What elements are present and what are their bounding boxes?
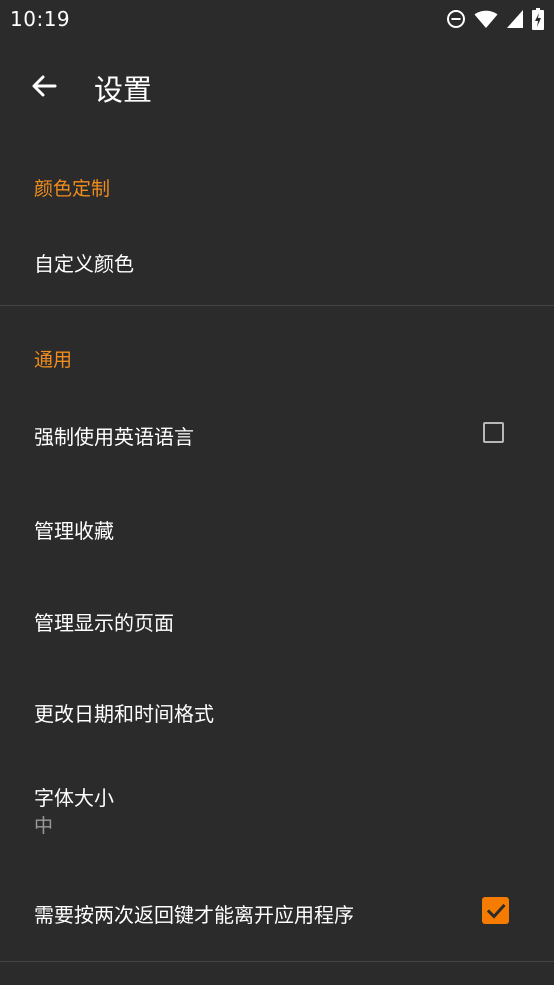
do-not-disturb-icon [447,10,465,28]
section-header-color: 颜色定制 [34,178,111,200]
pref-title: 强制使用英语语言 [34,425,194,449]
pref-title: 管理收藏 [34,519,114,543]
pref-title: 管理显示的页面 [34,611,174,635]
pref-double-back-exit[interactable]: 需要按两次返回键才能离开应用程序 [0,866,554,958]
battery-charging-icon [532,8,544,30]
pref-title: 自定义颜色 [34,252,134,276]
app-bar: 设置 [0,38,554,136]
pref-title: 更改日期和时间格式 [34,702,214,726]
section-header-general: 通用 [34,349,73,371]
pref-force-english[interactable]: 强制使用英语语言 [0,390,554,478]
pref-date-time-format[interactable]: 更改日期和时间格式 [0,665,554,755]
page-title: 设置 [94,73,153,107]
pref-manage-pages[interactable]: 管理显示的页面 [0,574,554,664]
pref-title: 需要按两次返回键才能离开应用程序 [34,903,354,927]
pref-title: 字体大小 [34,786,114,810]
divider [0,961,554,962]
status-bar: 10:19 [0,0,554,38]
pref-custom-colors[interactable]: 自定义颜色 [0,224,554,304]
status-icons [446,8,544,30]
force-english-checkbox[interactable] [483,422,504,443]
status-time: 10:19 [10,7,71,31]
wifi-icon [474,10,498,28]
cell-signal-icon [507,10,523,28]
pref-summary: 中 [34,815,54,837]
double-back-exit-checkbox[interactable] [482,897,509,924]
divider [0,305,554,306]
checkmark-icon [486,903,506,919]
back-button[interactable] [24,66,64,106]
pref-font-size[interactable]: 字体大小 中 [0,760,554,860]
arrow-left-icon [32,75,57,97]
pref-manage-favorites[interactable]: 管理收藏 [0,482,554,572]
